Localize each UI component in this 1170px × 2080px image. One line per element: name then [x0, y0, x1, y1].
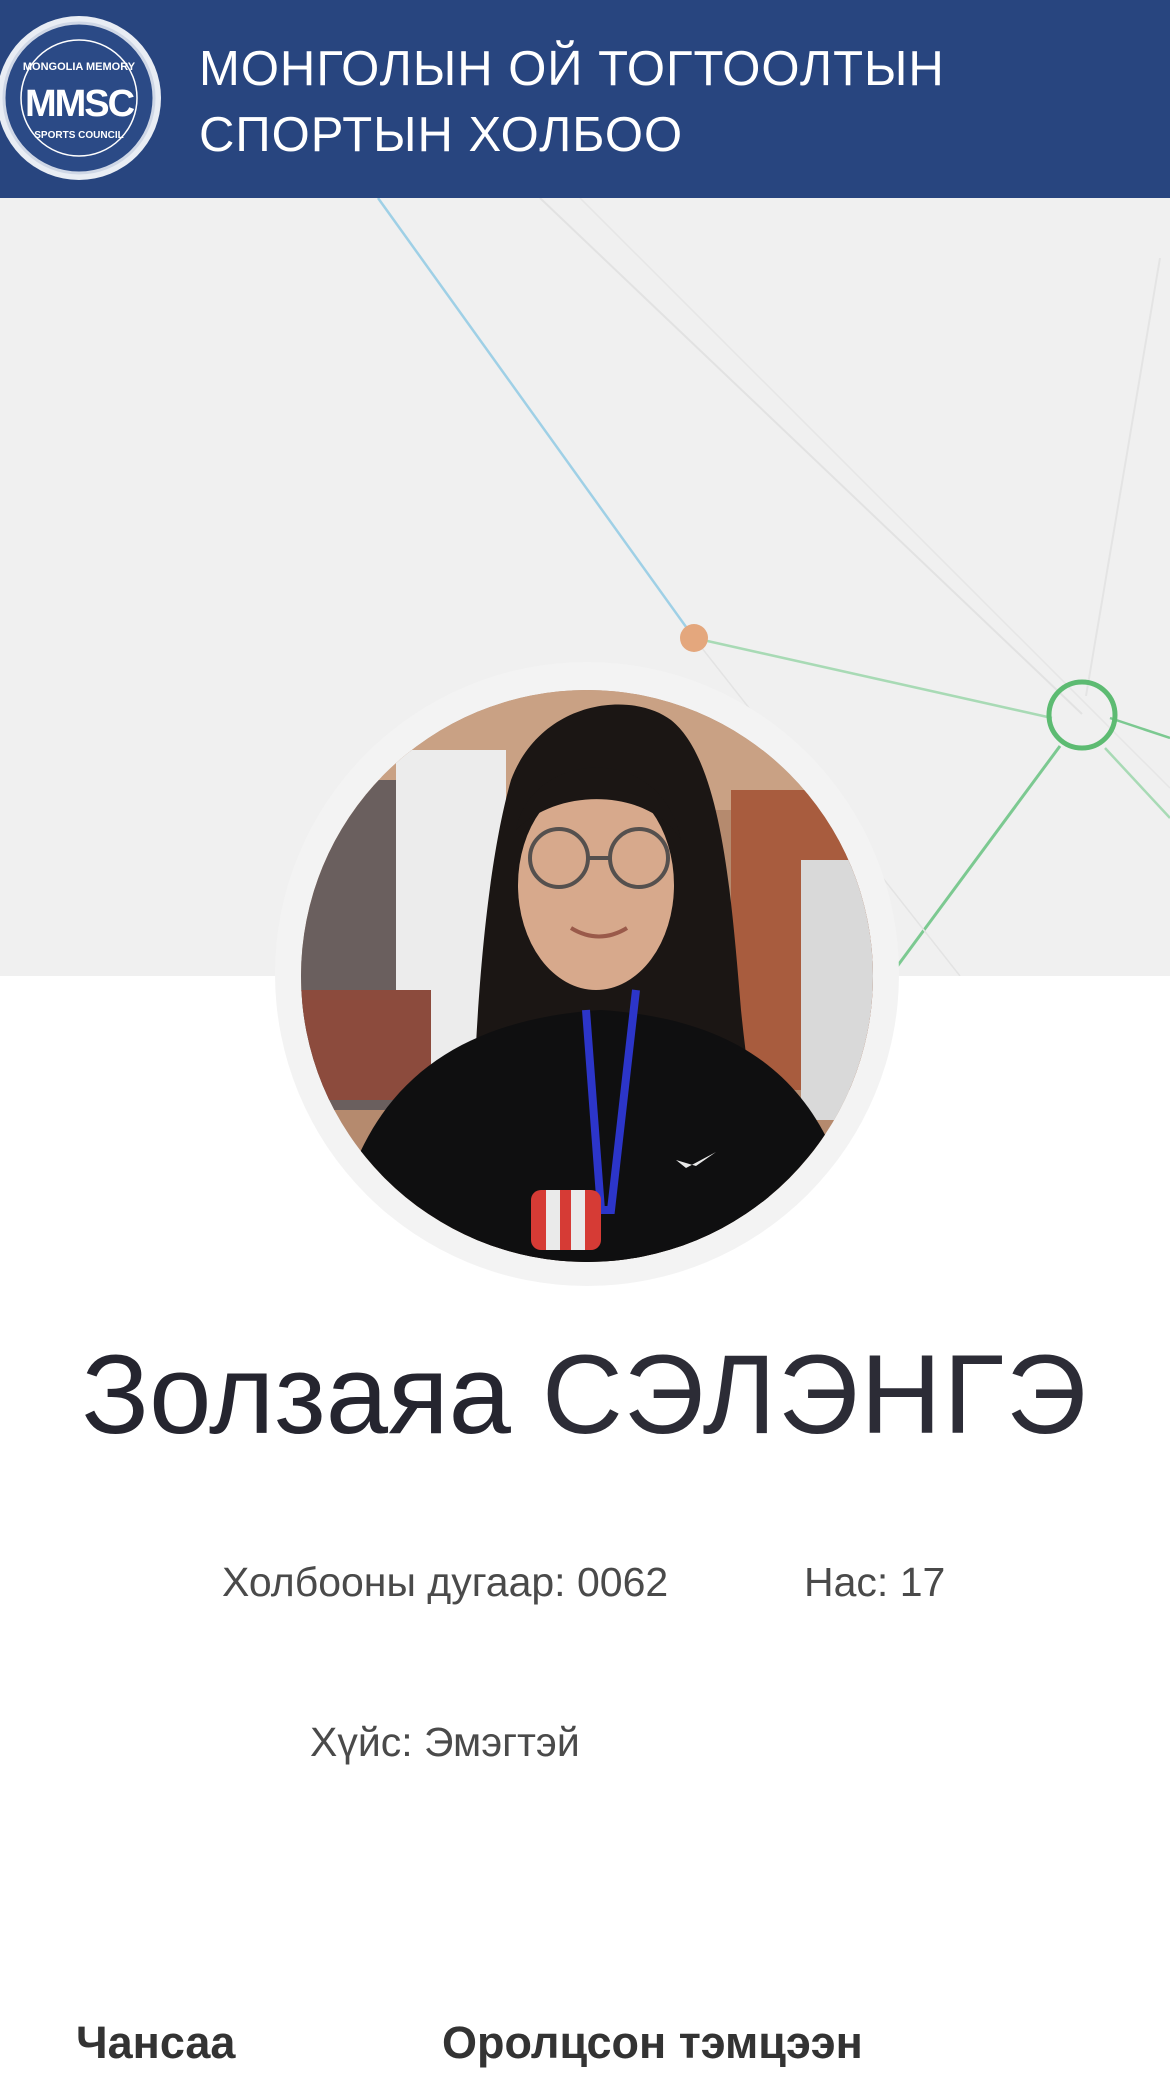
athlete-name: Золзаяа СЭЛЭНГЭ — [0, 1325, 1170, 1465]
rank-heading: Чансаа — [76, 2017, 236, 2068]
age-value: 17 — [899, 1559, 946, 1605]
svg-text:MMSC: MMSC — [25, 83, 135, 125]
gender-value: Эмэгтэй — [424, 1719, 580, 1765]
avatar-photo — [301, 690, 873, 1262]
site-title-line-1: МОНГОЛЫН ОЙ ТОГТООЛТЫН — [199, 42, 945, 96]
site-title[interactable]: МОНГОЛЫН ОЙ ТОГТООЛТЫН СПОРТЫН ХОЛБОО — [199, 36, 945, 168]
site-title-line-2: СПОРТЫН ХОЛБОО — [199, 108, 684, 162]
avatar — [301, 690, 873, 1262]
svg-text:SPORTS COUNCIL: SPORTS COUNCIL — [34, 130, 123, 141]
svg-text:MONGOLIA MEMORY: MONGOLIA MEMORY — [23, 61, 136, 73]
gender-label: Хүйс: — [310, 1719, 413, 1765]
member-number: Холбооны дугаар: 0062 — [222, 1557, 668, 1607]
age: Нас: 17 — [804, 1557, 945, 1607]
member-number-label: Холбооны дугаар: — [222, 1559, 566, 1605]
gender: Хүйс: Эмэгтэй — [310, 1717, 580, 1767]
first-name: Золзаяа — [81, 1332, 511, 1457]
competitions-heading: Оролцсон тэмцээн — [442, 2017, 863, 2068]
age-label: Нас: — [804, 1559, 889, 1605]
mmsc-logo[interactable]: MONGOLIA MEMORY MMSC SPORTS COUNCIL — [0, 10, 162, 186]
site-header: MONGOLIA MEMORY MMSC SPORTS COUNCIL МОНГ… — [0, 0, 1170, 198]
last-name: СЭЛЭНГЭ — [542, 1332, 1089, 1457]
member-number-value: 0062 — [576, 1559, 669, 1605]
